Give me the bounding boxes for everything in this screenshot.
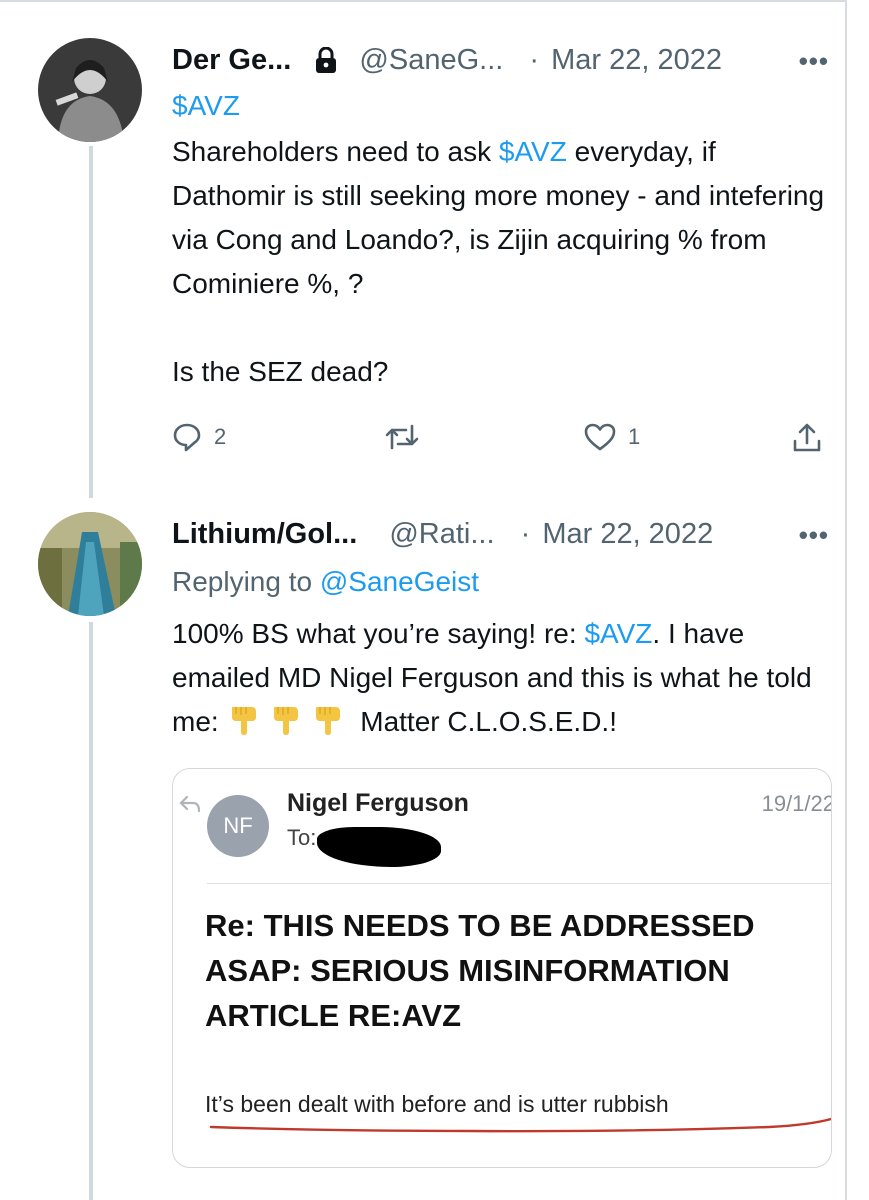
like-count: 1 — [628, 424, 641, 449]
reply-count: 2 — [214, 424, 227, 449]
separator-dot: · — [529, 44, 540, 76]
replying-to: Replying to @SaneGeist — [172, 560, 832, 604]
avatar[interactable] — [38, 38, 142, 142]
thread-connector-line — [89, 146, 93, 498]
cashtag-link[interactable]: $AVZ — [584, 618, 652, 649]
author-name[interactable]: Lithium/Gol... — [172, 518, 357, 550]
retweet-icon — [385, 424, 419, 450]
share-button[interactable] — [792, 422, 822, 454]
tweet-body: Shareholders need to ask $AVZ everyday, … — [172, 130, 832, 306]
sender-avatar: NF — [207, 795, 269, 857]
tweet-text: Shareholders need to ask — [172, 136, 499, 167]
avatar[interactable] — [38, 512, 142, 616]
tweet-date[interactable]: Mar 22, 2022 — [551, 44, 722, 76]
heart-icon — [584, 423, 616, 451]
email-sender: Nigel Ferguson — [287, 789, 469, 817]
red-underline-annotation — [209, 1117, 831, 1133]
avatar-landscape-icon — [38, 512, 142, 616]
share-icon — [793, 423, 821, 452]
email-to-label: To: — [287, 825, 317, 850]
tweet-body-second-paragraph: Is the SEZ dead? — [172, 356, 389, 387]
cashtag-link[interactable]: $AVZ — [499, 136, 567, 167]
email-body: It’s been dealt with before and is utter… — [205, 1091, 669, 1117]
cashtag-link[interactable]: $AVZ — [172, 90, 240, 121]
redacted-recipient — [317, 827, 441, 867]
tweet-body: 100% BS what you’re saying! re: $AVZ. I … — [172, 612, 832, 744]
reply-button[interactable]: 2 — [172, 422, 226, 452]
thread-connector-line — [89, 622, 93, 1200]
tweet-actions: 2 1 — [172, 422, 832, 462]
tweet-header: Der Ge... @SaneG... · Mar 22, 2022 — [172, 40, 812, 80]
tweet-date[interactable]: Mar 22, 2022 — [542, 518, 713, 550]
top-divider — [0, 0, 847, 2]
pointing-down-emoji-icon — [226, 703, 262, 737]
more-options-icon[interactable]: ••• — [799, 46, 829, 77]
tweet-text: 100% BS what you’re saying! re: — [172, 618, 585, 649]
email-divider — [207, 883, 831, 884]
attached-email-image[interactable]: NF Nigel Ferguson To: 19/1/22 Re: THIS N… — [172, 768, 832, 1168]
reply-icon — [173, 423, 201, 452]
tweet-header: Lithium/Gol... @Rati... · Mar 22, 2022 — [172, 514, 812, 554]
tweet-cashtag: $AVZ — [172, 84, 832, 128]
pointing-down-emoji-icon — [268, 703, 304, 737]
replying-to-label: Replying to — [172, 566, 320, 597]
email-date: 19/1/22 — [761, 791, 832, 816]
lock-icon — [315, 44, 337, 84]
pointing-down-emoji-icon — [310, 703, 346, 737]
separator-dot: · — [520, 518, 531, 550]
tweet-text: Matter C.L.O.S.E.D.! — [352, 706, 617, 737]
email-subject: Re: THIS NEEDS TO BE ADDRESSED ASAP: SER… — [205, 908, 755, 1033]
author-name[interactable]: Der Ge... — [172, 44, 291, 76]
retweet-button[interactable] — [384, 422, 432, 452]
like-button[interactable]: 1 — [584, 422, 640, 452]
author-handle[interactable]: @SaneG... — [359, 44, 503, 76]
author-handle[interactable]: @Rati... — [389, 518, 494, 550]
replying-to-handle[interactable]: @SaneGeist — [320, 566, 479, 597]
right-divider — [845, 0, 847, 1200]
reply-arrow-icon — [179, 795, 201, 818]
more-options-icon[interactable]: ••• — [799, 520, 829, 551]
avatar-portrait-icon — [38, 38, 142, 142]
